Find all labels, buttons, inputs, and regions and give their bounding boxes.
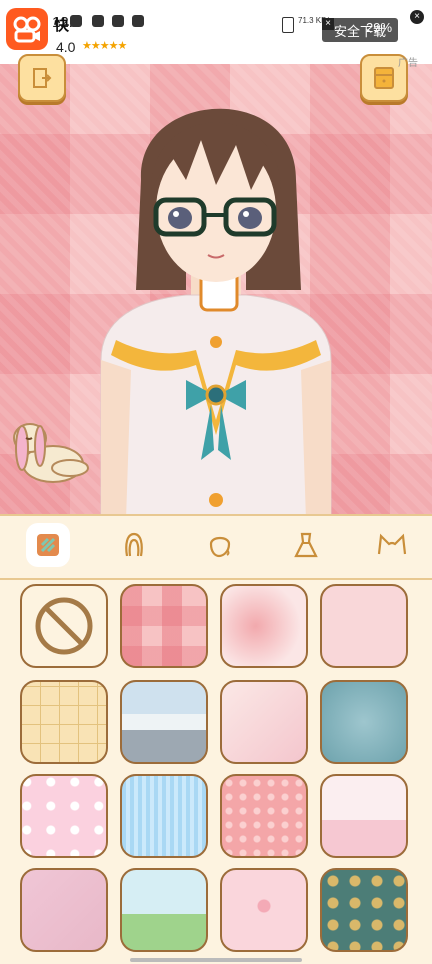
bg-option-green-landscape[interactable]	[120, 868, 208, 952]
app-icon	[132, 15, 144, 27]
bg-option-pink-watercolor[interactable]	[220, 584, 308, 668]
rating-stars: ★★★★★	[82, 40, 127, 52]
bg-option-purple-bow[interactable]	[20, 868, 108, 952]
face-icon	[209, 536, 231, 558]
bg-option-blue-stripes[interactable]	[120, 774, 208, 858]
prohibited-icon	[35, 597, 93, 655]
bg-option-teal-roses[interactable]	[320, 868, 408, 952]
tab-hair[interactable]	[112, 523, 156, 567]
home-indicator[interactable]	[130, 958, 302, 962]
ad-label: 广告	[398, 58, 418, 69]
phone-icon	[282, 17, 294, 33]
tab-background[interactable]	[26, 523, 70, 567]
bg-option-pink-hearts[interactable]	[320, 584, 408, 668]
background-pattern-icon	[37, 534, 59, 556]
bg-option-none[interactable]	[20, 584, 108, 668]
bg-option-bunny-pattern[interactable]	[20, 774, 108, 858]
bg-option-snowy-house[interactable]	[120, 680, 208, 764]
bg-option-pink-sparkles[interactable]	[220, 680, 308, 764]
close-circle-icon[interactable]: ×	[410, 10, 424, 24]
bg-option-yellow-grid[interactable]	[20, 680, 108, 764]
status-icons	[70, 15, 144, 27]
tab-face[interactable]	[198, 523, 242, 567]
exit-door-icon	[33, 68, 52, 88]
tab-accessories[interactable]	[370, 523, 414, 567]
wechat-icon	[112, 15, 124, 27]
bg-option-flower-field[interactable]	[320, 774, 408, 858]
bg-option-pink-floral[interactable]	[220, 774, 308, 858]
cat-ears-icon	[377, 533, 407, 555]
bg-option-pink-plaid[interactable]	[120, 584, 208, 668]
notification-icon	[70, 15, 82, 27]
mail-icon	[92, 15, 104, 27]
bg-option-pink-petals[interactable]	[220, 868, 308, 952]
bg-option-teal-paper[interactable]	[320, 680, 408, 764]
ad-close-icon[interactable]: ×	[322, 18, 334, 30]
category-tabs	[0, 514, 432, 580]
avatar-character	[100, 108, 332, 514]
hair-icon	[125, 532, 143, 557]
battery-level: 29%	[366, 20, 393, 35]
bunny-toy	[13, 423, 89, 483]
avatar-scene	[0, 0, 432, 514]
wardrobe-icon	[374, 67, 394, 89]
ad-app-name: 快	[54, 17, 70, 34]
tab-dress[interactable]	[284, 523, 328, 567]
ad-rating: 4.0	[56, 39, 76, 55]
exit-button[interactable]	[18, 54, 66, 102]
kuaishou-logo-icon	[6, 8, 48, 50]
dress-icon	[294, 532, 318, 558]
